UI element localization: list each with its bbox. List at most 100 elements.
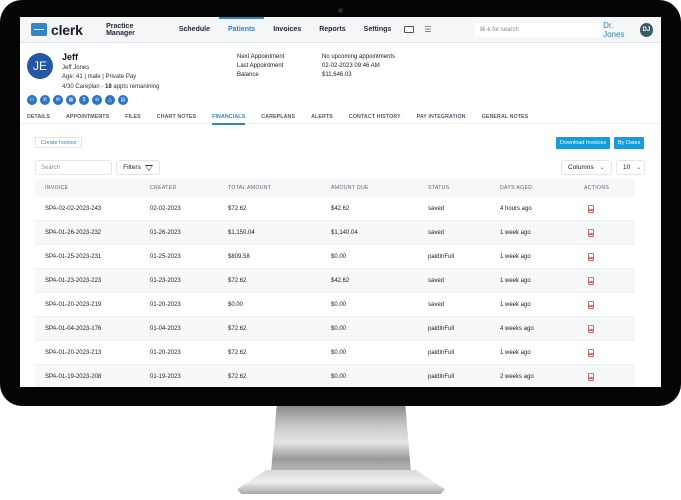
days-aged: 1 week ago	[500, 253, 531, 260]
table-row[interactable]: SPA-01-04-2023-176 01-04-2023 $72.62 $0.00 p…	[35, 317, 635, 341]
monitor-logo-icon	[31, 23, 47, 36]
table-row[interactable]: SPA-01-19-2023-208 01-19-2023 $72.62 $0.00 p…	[35, 365, 635, 387]
patient-tabs: DETAILS APPOINTMENTS FILES CHART NOTES F…	[20, 110, 661, 125]
status: paidInFull	[428, 253, 455, 260]
table-body: SPA-02-02-2023-243 02-02-2023 $72.62 $42.62…	[35, 197, 635, 387]
invoice-number: SPA-01-20-2023-213	[45, 349, 102, 356]
actions-cell	[584, 276, 635, 285]
chat-icon[interactable]: ▭	[27, 95, 37, 105]
global-search-input[interactable]: ⌘-k for search	[475, 22, 604, 37]
tab-financials[interactable]: FINANCIALS	[204, 110, 253, 125]
table-row[interactable]: SPA-02-02-2023-243 02-02-2023 $72.62 $42.62…	[35, 197, 635, 221]
invoice-search-input[interactable]: Search	[35, 160, 112, 175]
table-row[interactable]: SPA-01-26-2023-232 01-26-2023 $1,150.04 $1,…	[35, 221, 635, 245]
next-appointment-label: Next Appointment	[237, 54, 285, 60]
columns-label: Columns	[568, 164, 594, 171]
total-amount: $809.58	[228, 253, 250, 260]
filter-funnel-icon	[144, 164, 153, 171]
next-appointment-value: No upcoming appointments	[322, 54, 396, 60]
document-icon[interactable]: ▤	[118, 95, 128, 105]
logo[interactable]: clerk	[31, 22, 97, 38]
columns-dropdown[interactable]: Columns ⌄	[561, 160, 612, 175]
column-header-invoice[interactable]: INVOICE	[35, 185, 150, 191]
alert-icon[interactable]: △	[105, 95, 115, 105]
column-header-total-amount[interactable]: TOTAL AMOUNT	[228, 185, 331, 191]
patient-full-name: Jeff Jones	[62, 65, 90, 71]
tab-pay-integration[interactable]: PAY INTEGRATION	[409, 110, 474, 124]
total-amount: $1,150.04	[228, 229, 255, 236]
actions-cell	[584, 252, 635, 261]
app-screen: clerk Practice Manager Schedule Patients…	[20, 17, 661, 387]
column-header-status[interactable]: STATUS	[428, 185, 500, 191]
amount-due: $0.00	[331, 373, 347, 380]
total-amount: $72.62	[228, 373, 247, 380]
actions-cell	[584, 204, 635, 213]
balance-value: $11,646.03	[322, 72, 352, 78]
created-date: 01-04-2023	[150, 325, 181, 332]
tab-details[interactable]: DETAILS	[20, 110, 58, 124]
pdf-download-icon[interactable]	[588, 300, 594, 309]
amount-due: $0.00	[331, 325, 347, 332]
status: paidInFull	[428, 349, 455, 356]
calendar-icon[interactable]: ▦	[66, 95, 76, 105]
tab-appointments[interactable]: APPOINTMENTS	[58, 110, 117, 124]
column-header-days-aged[interactable]: DAYS AGED	[500, 185, 584, 191]
page-size-dropdown[interactable]: 10 ⌄	[616, 160, 645, 175]
invoices-table: INVOICE CREATED TOTAL AMOUNT AMOUNT DUE …	[35, 179, 635, 387]
invoice-number: SPA-01-20-2023-219	[45, 301, 102, 308]
nav-reports[interactable]: Reports	[310, 17, 354, 43]
pdf-download-icon[interactable]	[588, 348, 594, 357]
nav-patients[interactable]: Patients	[218, 17, 265, 43]
tab-general-notes[interactable]: GENERAL NOTES	[474, 110, 537, 124]
invoice-number: SPA-01-26-2023-232	[45, 229, 102, 236]
chevron-down-icon: ⌄	[599, 165, 605, 171]
filters-button[interactable]: Filters	[116, 160, 160, 175]
pdf-download-icon[interactable]	[588, 252, 594, 261]
email-icon[interactable]: ✉	[53, 95, 63, 105]
pdf-download-icon[interactable]	[588, 324, 594, 333]
nav-schedule[interactable]: Schedule	[170, 17, 219, 43]
nav-practice-manager[interactable]: Practice Manager	[97, 17, 170, 43]
by-dates-button[interactable]: By Dates	[614, 137, 645, 149]
appointment-info: Next Appointment No upcoming appointment…	[237, 54, 395, 78]
last-appointment-value: 02-02-2023 09:46 AM	[322, 63, 380, 69]
pdf-download-icon[interactable]	[588, 372, 594, 381]
user-avatar[interactable]: DJ	[639, 22, 653, 37]
keyboard-icon[interactable]	[404, 26, 415, 33]
nav-invoices[interactable]: Invoices	[264, 17, 310, 43]
top-navigation: clerk Practice Manager Schedule Patients…	[20, 17, 661, 43]
download-invoices-button[interactable]: Download Invoices	[556, 137, 611, 149]
pdf-download-icon[interactable]	[588, 276, 594, 285]
status: paidInFull	[428, 325, 455, 332]
invoice-number: SPA-01-04-2023-176	[45, 325, 102, 332]
table-row[interactable]: SPA-01-25-2023-231 01-25-2023 $809.58 $0.00…	[35, 245, 635, 269]
dollar-icon[interactable]: $	[79, 95, 89, 105]
pdf-download-icon[interactable]	[588, 204, 594, 213]
tab-files[interactable]: FILES	[117, 110, 149, 124]
status: saved	[428, 277, 445, 284]
tab-chart-notes[interactable]: CHART NOTES	[149, 110, 204, 124]
created-date: 01-20-2023	[150, 301, 181, 308]
column-header-created[interactable]: CREATED	[150, 185, 228, 191]
phone-icon[interactable]: ✆	[40, 95, 50, 105]
tab-contact-history[interactable]: CONTACT HISTORY	[341, 110, 409, 124]
attach-icon[interactable]: ⊘	[92, 95, 102, 105]
careplan-status: 4/30 Careplan - 18 appts remanining	[62, 84, 159, 90]
days-aged: 2 weeks ago	[500, 373, 534, 380]
table-row[interactable]: SPA-01-20-2023-213 01-20-2023 $72.62 $0.00 p…	[35, 341, 635, 365]
table-row[interactable]: SPA-01-20-2023-219 01-20-2023 $0.00 $0.00 sa…	[35, 293, 635, 317]
tab-alerts[interactable]: ALERTS	[303, 110, 341, 124]
checklist-icon[interactable]: ☰	[424, 25, 431, 34]
table-row[interactable]: SPA-01-23-2023-223 01-23-2023 $72.62 $42.62…	[35, 269, 635, 293]
user-menu[interactable]: Dr. Jones DJ	[603, 21, 653, 39]
nav-settings[interactable]: Settings	[355, 17, 401, 43]
tab-careplans[interactable]: CAREPLANS	[253, 110, 303, 124]
column-header-amount-due[interactable]: AMOUNT DUE	[331, 185, 428, 191]
user-name[interactable]: Dr. Jones	[603, 21, 635, 39]
pdf-download-icon[interactable]	[588, 228, 594, 237]
invoice-number: SPA-01-23-2023-223	[45, 277, 102, 284]
filters-label: Filters	[123, 164, 141, 171]
created-date: 01-19-2023	[150, 373, 181, 380]
patient-avatar: JE	[27, 53, 53, 79]
create-invoice-button[interactable]: Create Invoice	[35, 137, 83, 148]
